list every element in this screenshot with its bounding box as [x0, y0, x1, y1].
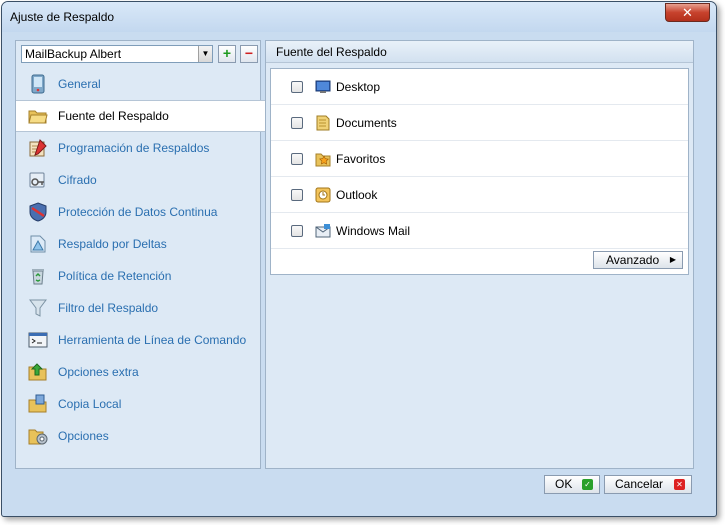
folder-arrow-icon [28, 362, 48, 382]
sidebar-item-retention-policy[interactable]: Política de Retención [16, 260, 260, 292]
sidebar-item-general[interactable]: General [16, 68, 260, 100]
sidebar-item-local-copy[interactable]: Copia Local [16, 388, 260, 420]
list-item[interactable]: Documents [271, 105, 688, 141]
ok-button-label: OK [555, 477, 573, 491]
sidebar-item-label: Fuente del Respaldo [58, 109, 169, 123]
sidebar-item-schedule[interactable]: Programación de Respaldos [16, 132, 260, 164]
sidebar-item-label: Cifrado [58, 173, 97, 187]
gear-folder-icon [28, 426, 48, 446]
mobile-icon [28, 74, 48, 94]
list-item[interactable]: Desktop [271, 69, 688, 105]
folder-open-icon [28, 106, 48, 126]
schedule-icon [28, 138, 48, 158]
sidebar-item-label: Opciones [58, 429, 109, 443]
profile-row: MailBackup Albert ▼ + − [21, 45, 258, 63]
sidebar-item-label: Programación de Respaldos [58, 141, 210, 155]
sidebar-item-command-line[interactable]: Herramienta de Línea de Comando [16, 324, 260, 356]
window-title: Ajuste de Respaldo [10, 10, 115, 24]
sidebar-item-label: Filtro del Respaldo [58, 301, 159, 315]
source-list: Desktop Documents Favoritos Outlook Wind… [270, 68, 689, 275]
remove-profile-button[interactable]: − [240, 45, 258, 63]
check-icon: ✓ [582, 479, 593, 490]
outlook-icon [315, 187, 331, 203]
windows-mail-icon [315, 223, 331, 239]
chevron-down-icon[interactable]: ▼ [198, 46, 212, 62]
favorites-checkbox[interactable] [291, 152, 303, 165]
sidebar-item-encryption[interactable]: Cifrado [16, 164, 260, 196]
folder-copy-icon [28, 394, 48, 414]
sidebar-item-delta-backup[interactable]: Respaldo por Deltas [16, 228, 260, 260]
profile-selected-value: MailBackup Albert [25, 47, 122, 61]
sidebar-item-continuous-protection[interactable]: Protección de Datos Continua [16, 196, 260, 228]
sidebar-item-label: Política de Retención [58, 269, 172, 283]
shield-icon [28, 202, 48, 222]
advanced-button[interactable]: Avanzado ▶ [593, 251, 683, 269]
list-item[interactable]: Outlook [271, 177, 688, 213]
list-item[interactable]: Favoritos [271, 141, 688, 177]
recycle-icon [28, 266, 48, 286]
list-item-label: Desktop [336, 79, 381, 94]
sidebar-item-label: Opciones extra [58, 365, 139, 379]
sidebar-item-label: Copia Local [58, 397, 122, 411]
sidebar-item-options[interactable]: Opciones [16, 420, 260, 452]
list-item[interactable]: Windows Mail [271, 213, 688, 249]
outlook-checkbox[interactable] [291, 188, 303, 201]
sidebar-item-backup-source[interactable]: Fuente del Respaldo [16, 100, 268, 132]
title-bar: Ajuste de Respaldo ✕ [2, 2, 716, 32]
sidebar-item-label: Herramienta de Línea de Comando [58, 333, 247, 347]
documents-checkbox[interactable] [291, 116, 303, 129]
desktop-checkbox[interactable] [291, 80, 303, 93]
advanced-button-label: Avanzado [606, 253, 660, 267]
list-item-label: Windows Mail [336, 223, 411, 238]
ok-button[interactable]: OK ✓ [544, 475, 600, 494]
panel-title: Fuente del Respaldo [266, 41, 693, 63]
sidebar-item-label: General [58, 77, 101, 91]
sidebar-item-label: Protección de Datos Continua [58, 205, 218, 219]
favorites-star-icon [315, 151, 331, 167]
list-item-label: Outlook [336, 187, 378, 202]
nav-list: General Fuente del Respaldo Programación… [16, 68, 268, 452]
settings-sidebar: MailBackup Albert ▼ + − General Fuente d… [15, 40, 268, 469]
sidebar-item-label: Respaldo por Deltas [58, 237, 167, 251]
documents-icon [315, 115, 331, 131]
cancel-button[interactable]: Cancelar ✕ [604, 475, 692, 494]
close-button[interactable]: ✕ [665, 3, 710, 22]
list-item-label: Documents [336, 115, 397, 130]
backup-source-panel: Fuente del Respaldo Desktop Documents Fa… [265, 40, 694, 469]
list-item-label: Favoritos [336, 151, 386, 166]
funnel-icon [28, 298, 48, 318]
profile-select[interactable]: MailBackup Albert ▼ [21, 45, 213, 63]
close-icon: ✕ [674, 479, 685, 490]
sidebar-item-backup-filter[interactable]: Filtro del Respaldo [16, 292, 260, 324]
add-profile-button[interactable]: + [218, 45, 236, 63]
terminal-icon [28, 330, 48, 350]
key-icon [28, 170, 48, 190]
chevron-right-icon: ▶ [669, 255, 676, 264]
delta-icon [28, 234, 48, 254]
desktop-icon [315, 79, 331, 95]
windows-mail-checkbox[interactable] [291, 224, 303, 237]
cancel-button-label: Cancelar [615, 477, 664, 491]
sidebar-item-extra-options[interactable]: Opciones extra [16, 356, 260, 388]
